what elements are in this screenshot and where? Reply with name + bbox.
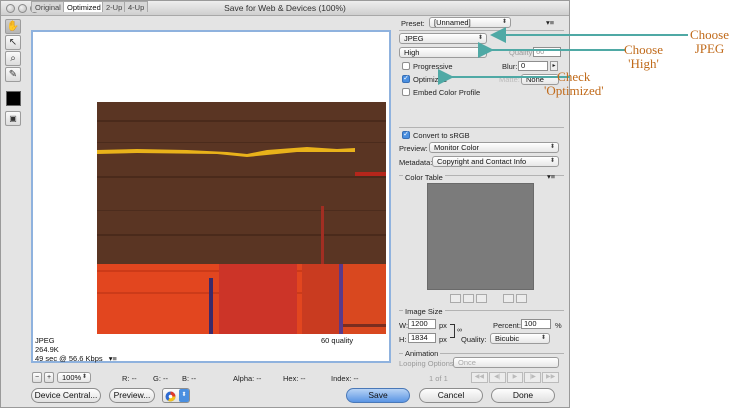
annotation-check-optimized: Check 'Optimized' <box>544 69 604 98</box>
annotation-choose-high: Choose 'High' <box>624 42 663 71</box>
annotation-choose-jpeg: Choose JPEG <box>690 27 729 56</box>
